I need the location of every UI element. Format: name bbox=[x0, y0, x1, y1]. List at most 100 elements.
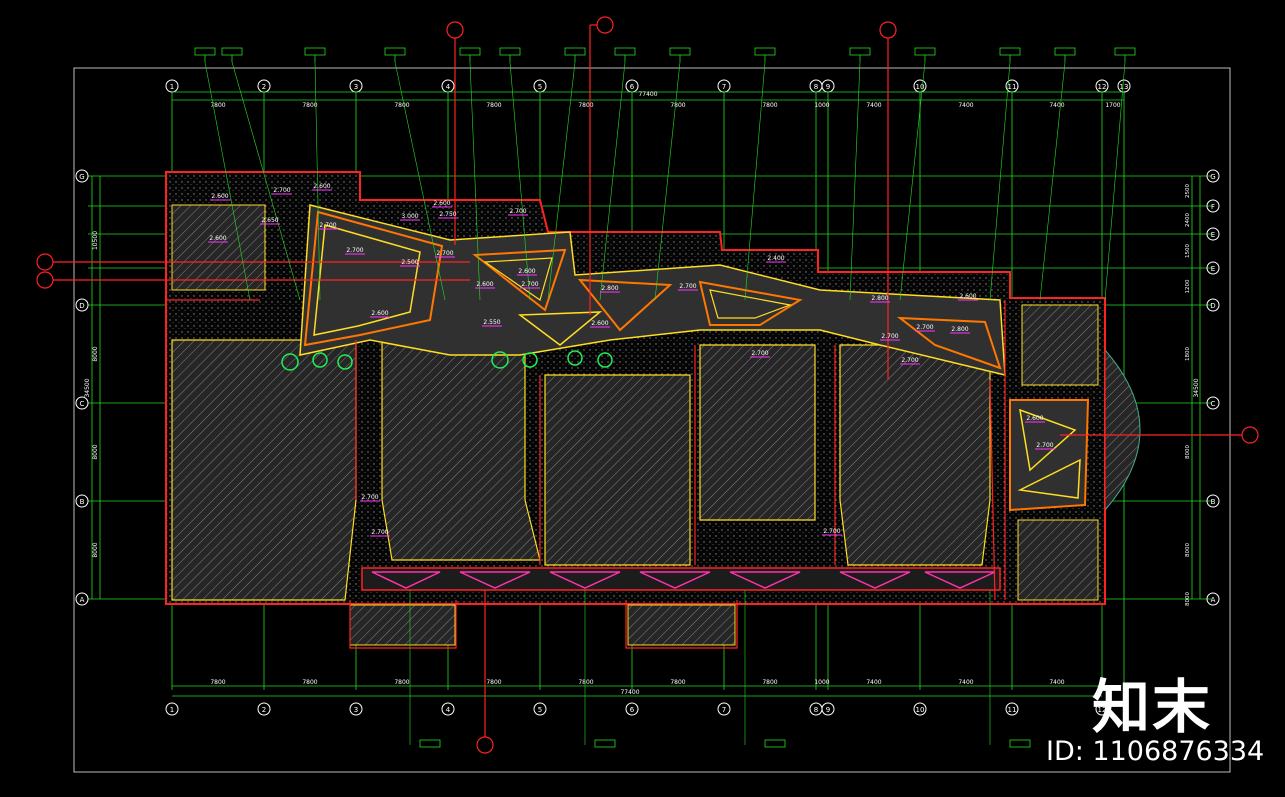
tag-box-top bbox=[304, 47, 326, 56]
tag-box-top bbox=[564, 47, 586, 56]
dim-text-right: 1500 bbox=[1185, 244, 1191, 258]
dim-text-bottom: 7800 bbox=[210, 679, 225, 686]
row-label-right: C bbox=[1211, 400, 1216, 408]
row-label-left: G bbox=[79, 173, 84, 181]
ceiling-height-label: 2.800 bbox=[951, 326, 968, 333]
row-label-right: D bbox=[1210, 302, 1215, 310]
tag-box-top bbox=[999, 47, 1021, 56]
dim-text-bottom: 1000 bbox=[814, 679, 829, 686]
dim-text-bottom: 7400 bbox=[866, 679, 881, 686]
dim-text-top: 7400 bbox=[958, 102, 973, 109]
column-label-bottom: 3 bbox=[354, 706, 358, 714]
ceiling-height-label: 2.600 bbox=[1026, 415, 1043, 422]
column-label-bottom: 11 bbox=[1008, 706, 1017, 714]
ceiling-height-label: 2.700 bbox=[881, 333, 898, 340]
column-label-top: 4 bbox=[446, 83, 451, 91]
tag-box-top bbox=[849, 47, 871, 56]
tag-box-bottom bbox=[1009, 739, 1031, 748]
dim-text-top: 7800 bbox=[486, 102, 501, 109]
ceiling-height-label: 2.700 bbox=[346, 247, 363, 254]
dim-text-top: 1700 bbox=[1105, 102, 1120, 109]
dim-text-right: 1200 bbox=[1185, 279, 1191, 293]
column-label-top: 2 bbox=[262, 83, 266, 91]
column-label-bottom: 8 bbox=[814, 706, 818, 714]
ceiling-height-label: 2.400 bbox=[767, 255, 784, 262]
tag-box-bottom bbox=[764, 739, 786, 748]
column-label-bottom: 5 bbox=[538, 706, 542, 714]
column-label-bottom: 1 bbox=[170, 706, 174, 714]
watermark-brand: 知末 bbox=[1092, 673, 1213, 741]
ceiling-height-label: 2.800 bbox=[871, 295, 888, 302]
leader-line-top bbox=[1104, 61, 1126, 301]
dim-text-bottom: 7800 bbox=[670, 679, 685, 686]
column-label-top: 13 bbox=[1120, 83, 1129, 91]
ceiling-height-label: 2.550 bbox=[483, 319, 500, 326]
ceiling-height-label: 2.750 bbox=[439, 211, 456, 218]
dim-text-top: 7800 bbox=[302, 102, 317, 109]
dim-text-bottom: 7800 bbox=[486, 679, 501, 686]
column-label-bottom: 6 bbox=[630, 706, 635, 714]
ceiling-height-label: 2.700 bbox=[521, 281, 538, 288]
ceiling-height-label: 2.700 bbox=[679, 283, 696, 290]
ceiling-height-label: 2.700 bbox=[1036, 442, 1053, 449]
dim-overall-left: 34500 bbox=[84, 378, 91, 397]
ceiling-height-label: 2.700 bbox=[436, 250, 453, 257]
dim-text-bottom: 7800 bbox=[394, 679, 409, 686]
dim-text-top: 7800 bbox=[670, 102, 685, 109]
ceiling-height-label: 2.700 bbox=[916, 324, 933, 331]
ceiling-height-label: 2.700 bbox=[509, 208, 526, 215]
row-label-right: G bbox=[1210, 173, 1215, 181]
leader-line-top bbox=[989, 61, 1011, 301]
ceiling-height-label: 2.600 bbox=[211, 193, 228, 200]
row-label-right: F bbox=[1211, 203, 1215, 211]
tag-box-top bbox=[384, 47, 406, 56]
dim-text-right: 2400 bbox=[1185, 213, 1191, 227]
ceiling-height-label: 2.600 bbox=[591, 320, 608, 327]
ceiling-height-label: 2.600 bbox=[371, 310, 388, 317]
ceiling-height-label: 2.650 bbox=[261, 217, 278, 224]
column-label-bottom: 9 bbox=[826, 706, 830, 714]
dim-text-bottom: 7400 bbox=[958, 679, 973, 686]
ceiling-height-label: 2.600 bbox=[959, 293, 976, 300]
dim-text-bottom: 7800 bbox=[578, 679, 593, 686]
row-label-right: A bbox=[1211, 596, 1216, 604]
column-label-top: 11 bbox=[1008, 83, 1017, 91]
tag-box-top bbox=[614, 47, 636, 56]
column-label-bottom: 2 bbox=[262, 706, 266, 714]
ceiling-height-label: 2.700 bbox=[273, 187, 290, 194]
ceiling-height-label: 2.600 bbox=[313, 183, 330, 190]
leader-line-top bbox=[849, 61, 861, 301]
dim-text-top: 7800 bbox=[762, 102, 777, 109]
dim-text-bottom: 7800 bbox=[302, 679, 317, 686]
column-label-top: 6 bbox=[630, 83, 635, 91]
tag-box-top bbox=[1054, 47, 1076, 56]
dim-text-right: 8000 bbox=[1185, 592, 1191, 606]
column-label-bottom: 10 bbox=[916, 706, 925, 714]
ceiling-height-label: 2.800 bbox=[601, 285, 618, 292]
ceiling-height-label: 2.500 bbox=[401, 259, 418, 266]
ceiling-height-label: 2.600 bbox=[476, 281, 493, 288]
dim-text-right: 1800 bbox=[1185, 347, 1191, 361]
tag-box-top bbox=[194, 47, 216, 56]
leader-line-top bbox=[899, 61, 926, 301]
dim-text-top: 7800 bbox=[394, 102, 409, 109]
row-label-right: B bbox=[1211, 498, 1216, 506]
row-label-left: B bbox=[80, 498, 85, 506]
dim-overall-right: 34500 bbox=[1193, 378, 1200, 397]
ceiling-plan-drawing: 1 2 3 4 5 6 7 8 9 10 11 12 13 1 2 3 4 5 6 7 8 9 10 11 12 G D C B A G F E… bbox=[0, 0, 1285, 793]
row-label-right: E bbox=[1211, 231, 1215, 239]
column-label-top: 1 bbox=[170, 83, 174, 91]
dim-text-top: 7400 bbox=[1049, 102, 1064, 109]
leader-line-top bbox=[1039, 61, 1066, 301]
dim-text-left: 8000 bbox=[92, 444, 99, 459]
row-label-right: E bbox=[1211, 265, 1215, 273]
ceiling-height-label: 2.600 bbox=[518, 268, 535, 275]
dim-overall-top: 77400 bbox=[638, 91, 657, 98]
dim-overall-bottom: 77400 bbox=[620, 689, 639, 696]
ceiling-height-label: 2.600 bbox=[209, 235, 226, 242]
tag-box-top bbox=[459, 47, 481, 56]
dim-text-left: 8000 bbox=[92, 346, 99, 361]
row-label-left: C bbox=[80, 400, 85, 408]
dim-text-right: 8000 bbox=[1185, 445, 1191, 459]
dim-text-bottom: 7400 bbox=[1049, 679, 1064, 686]
